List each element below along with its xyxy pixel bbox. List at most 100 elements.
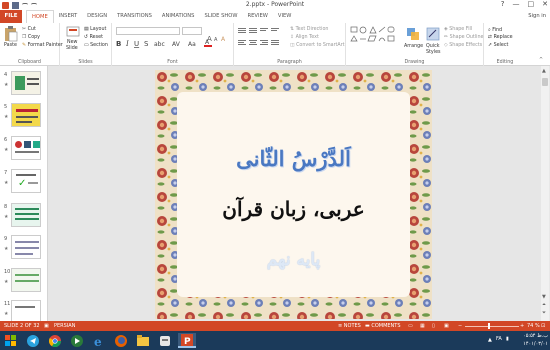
normal-view-icon[interactable]: ▭: [408, 323, 413, 329]
scroll-down-icon[interactable]: ▼: [542, 294, 546, 300]
sign-in-link[interactable]: Sign in: [528, 13, 546, 19]
font-grow-shrink[interactable]: AAA: [206, 27, 230, 43]
format-painter-button[interactable]: ✎ Format Painter: [22, 43, 63, 48]
input-language[interactable]: FA: [496, 336, 502, 342]
current-slide[interactable]: اَلدَّرْسُ الثّانی عربی، زبان قرآن پایه …: [155, 70, 432, 319]
maximize-button[interactable]: □: [528, 0, 535, 8]
tray-arrow-icon[interactable]: ▲: [488, 337, 492, 343]
firefox-taskbar-icon[interactable]: [112, 333, 130, 348]
reset-button[interactable]: ↺ Reset: [84, 35, 103, 40]
scrollbar-thumb[interactable]: [542, 78, 548, 86]
ie-taskbar-icon[interactable]: e: [90, 333, 108, 348]
spell-check-icon[interactable]: ▣: [44, 323, 49, 329]
slide-sorter-icon[interactable]: ▦: [420, 323, 425, 329]
paste-button[interactable]: Paste: [4, 43, 17, 48]
minimize-button[interactable]: —: [513, 0, 520, 8]
tab-design[interactable]: DESIGN: [82, 10, 112, 23]
pen-icon: ✏: [444, 35, 449, 40]
network-icon[interactable]: ▮: [506, 336, 509, 342]
app-taskbar-icon[interactable]: [156, 333, 174, 348]
powerpoint-taskbar-icon[interactable]: P: [178, 333, 196, 348]
fit-slide-icon[interactable]: ⊡: [541, 323, 545, 329]
shape-outline-button[interactable]: ✏ Shape Outline: [444, 35, 483, 40]
tab-view[interactable]: VIEW: [273, 10, 297, 23]
notes-button[interactable]: ≡ NOTES: [338, 323, 361, 329]
zoom-slider[interactable]: [465, 326, 519, 327]
replace-button[interactable]: ⇄ Replace: [488, 35, 513, 40]
layout-button[interactable]: ▤ Layout: [84, 27, 106, 32]
paragraph-buttons[interactable]: [238, 27, 286, 47]
align-text-button[interactable]: ⇳ Align Text: [290, 35, 319, 40]
chrome-taskbar-icon[interactable]: [46, 333, 64, 348]
file-explorer-taskbar-icon[interactable]: [134, 333, 152, 348]
slide-editing-area[interactable]: اَلدَّرْسُ الثّانی عربی، زبان قرآن پایه …: [48, 66, 541, 321]
tab-slide-show[interactable]: SLIDE SHOW: [199, 10, 242, 23]
font-name-box[interactable]: [116, 27, 180, 35]
slide-subtitle[interactable]: عربی، زبان قرآن: [177, 197, 410, 221]
select-button[interactable]: ➚ Select: [488, 43, 508, 48]
zoom-in-icon[interactable]: +: [520, 323, 524, 329]
close-button[interactable]: ✕: [542, 0, 548, 8]
zoom-slider-thumb[interactable]: [488, 323, 490, 329]
slideshow-view-icon[interactable]: ▣: [444, 323, 449, 329]
svg-text:P: P: [184, 337, 191, 346]
vertical-scrollbar[interactable]: ▲ ▼ ⏶ ⏷: [541, 66, 549, 321]
thumbnail-slide-5[interactable]: 5 ★: [0, 102, 44, 130]
shape-effects-button[interactable]: ◇ Shape Effects: [444, 43, 482, 48]
arrange-icon[interactable]: [406, 27, 420, 41]
tab-review[interactable]: REVIEW: [243, 10, 273, 23]
help-button[interactable]: ?: [501, 0, 505, 8]
find-button[interactable]: ⌕ Find: [488, 27, 502, 33]
arrange-button[interactable]: Arrange: [404, 44, 423, 49]
reading-view-icon[interactable]: ▯: [432, 323, 435, 329]
start-button[interactable]: [2, 333, 20, 348]
paste-icon[interactable]: [4, 26, 18, 42]
editing-label: Editing: [496, 60, 514, 65]
quick-styles-button-line2[interactable]: Styles: [426, 50, 441, 55]
slide-grade-text[interactable]: پایه نهم: [177, 250, 410, 270]
quick-styles-button[interactable]: Quick: [426, 44, 440, 49]
text-direction-button[interactable]: ⇅ Text Direction: [290, 27, 328, 32]
media-player-taskbar-icon[interactable]: [68, 333, 86, 348]
next-slide-icon[interactable]: ⏷: [542, 310, 546, 316]
scroll-up-icon[interactable]: ▲: [542, 68, 546, 74]
slides-label: Slides: [78, 60, 93, 65]
smartart-button[interactable]: ◫ Convert to SmartArt: [290, 43, 345, 48]
previous-slide-icon[interactable]: ⏶: [542, 302, 546, 308]
zoom-level[interactable]: 74 %: [527, 323, 540, 329]
cut-button[interactable]: ✂ Cut: [22, 27, 36, 32]
language-indicator[interactable]: PERSIAN: [54, 323, 75, 329]
collapse-ribbon-icon[interactable]: ^: [539, 58, 543, 63]
thumbnail-slide-9[interactable]: 9 ★: [0, 234, 44, 262]
font-size-box[interactable]: [182, 27, 202, 35]
thumbnail-slide-7[interactable]: 7 ★ ✓: [0, 168, 44, 196]
copy-button[interactable]: ❐ Copy: [22, 35, 40, 40]
section-button[interactable]: ▭ Section: [84, 43, 108, 48]
thumbnail-slide-6[interactable]: 6 ★: [0, 135, 44, 163]
new-slide-button[interactable]: New: [67, 40, 77, 45]
tab-home[interactable]: HOME: [26, 10, 54, 23]
tab-insert[interactable]: INSERT: [54, 10, 82, 23]
new-slide-icon[interactable]: [66, 26, 80, 38]
thumbnail-slide-8[interactable]: 8 ★: [0, 202, 44, 230]
shape-fill-button[interactable]: ◈ Shape Fill: [444, 27, 472, 32]
comments-label: COMMENTS: [371, 323, 401, 329]
thumbnail-slide-4[interactable]: 4 ★: [0, 70, 44, 98]
slide-title[interactable]: اَلدَّرْسُ الثّانی: [177, 146, 410, 171]
tab-transitions[interactable]: TRANSITIONS: [112, 10, 157, 23]
comments-button[interactable]: ▬ COMMENTS: [365, 323, 401, 329]
new-slide-button-line2[interactable]: Slide: [66, 46, 78, 51]
tab-file[interactable]: FILE: [0, 10, 22, 23]
font-format-row[interactable]: B I U S abc AV Aa A: [116, 39, 228, 48]
thumbnail-slide-11[interactable]: 11 ★: [0, 299, 44, 321]
thumbnail-slide-10[interactable]: 10 ★: [0, 267, 44, 295]
tab-animations[interactable]: ANIMATIONS: [157, 10, 200, 23]
zoom-out-icon[interactable]: −: [458, 323, 462, 329]
telegram-taskbar-icon[interactable]: [24, 333, 42, 348]
quick-styles-icon[interactable]: [426, 27, 440, 41]
layout-icon: ▤: [84, 27, 89, 32]
slide-thumbnails-pane[interactable]: 4 ★ 5 ★ 6 ★ 7 ★ ✓ 8 ★ 9 ★ 10 ★ 11 ★: [0, 66, 48, 321]
smartart-label: Convert to SmartArt: [296, 43, 345, 48]
shapes-gallery[interactable]: [350, 26, 404, 48]
system-clock[interactable]: ۰۵:۵۴ ب.ظ ۱۴۰۱/۰۳/۰۱: [523, 332, 548, 348]
